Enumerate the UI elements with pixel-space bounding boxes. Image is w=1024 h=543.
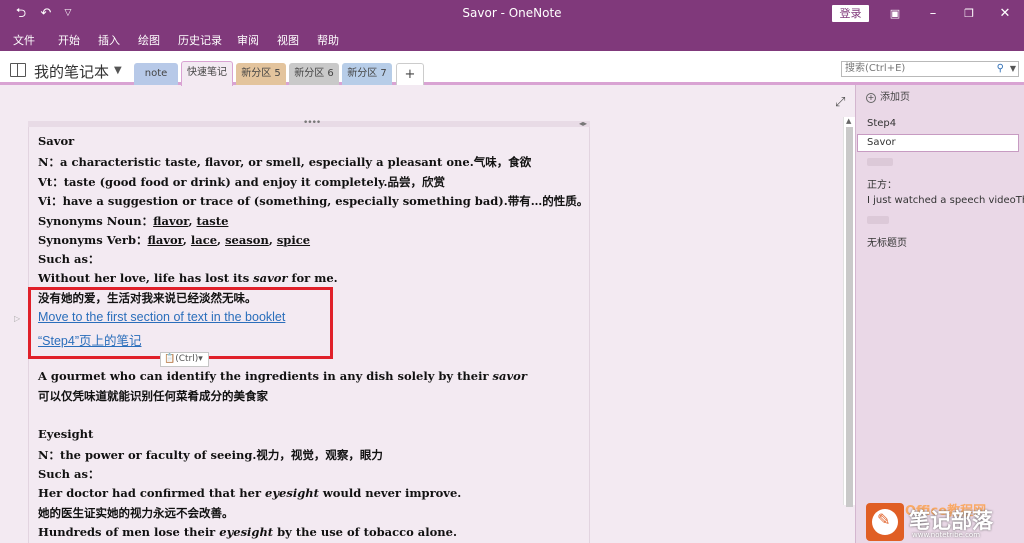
menu-history[interactable]: 历史记录 (178, 32, 222, 48)
example-part: for me. (287, 271, 338, 285)
section-tab-quick-notes[interactable]: 快速笔记 (181, 61, 233, 86)
definition-vt: Vt：taste (good food or drink) and enjoy … (38, 175, 445, 189)
section-tab-section-6[interactable]: 新分区 6 (289, 63, 339, 85)
paste-options-button[interactable]: 📋(Ctrl)▾ (160, 352, 209, 367)
page-item-untitled[interactable]: 无标题页 (867, 234, 907, 249)
chevron-down-icon[interactable]: ▼ (114, 65, 122, 76)
definition-vi: Vi：have a suggestion or trace of (someth… (38, 194, 589, 208)
page-item-speech-video[interactable]: I just watched a speech videoTh (867, 195, 1024, 206)
notebook-icon (10, 63, 26, 77)
note-heading: Eyesight (38, 427, 94, 441)
example-keyword: eyesight (219, 525, 274, 539)
synonym: flavor (153, 214, 189, 228)
add-icon: + (866, 93, 876, 103)
paragraph-handle-icon[interactable]: ▷ (14, 314, 20, 323)
paste-shortcut: (Ctrl) (175, 354, 199, 364)
section-tab-section-7[interactable]: 新分区 7 (342, 63, 392, 85)
menu-file[interactable]: 文件 (13, 32, 35, 48)
menu-view[interactable]: 视图 (277, 32, 299, 48)
synonym: flavor (147, 233, 183, 247)
section-tab-note[interactable]: note (134, 63, 178, 85)
example-keyword: savor (492, 369, 527, 383)
pen-icon: ✎ (877, 510, 891, 529)
highlight-box (28, 287, 333, 359)
example-part: Hundreds of men lose their (38, 525, 220, 539)
vertical-scrollbar[interactable]: ▲ (843, 117, 855, 507)
example-sentence: Her doctor had confirmed that her eyesig… (38, 486, 461, 500)
add-page-button[interactable]: + 添加页 (866, 88, 910, 103)
example-translation: 可以仅凭味道就能识别任何菜肴成分的美食家 (38, 389, 268, 403)
blurred-page-item[interactable] (867, 158, 893, 166)
example-part: Without her love, life has lost its (38, 271, 254, 285)
synonym: season (225, 233, 269, 247)
menu-review[interactable]: 审阅 (237, 32, 259, 48)
page-item-savor[interactable]: Savor (857, 134, 1019, 152)
synonyms-noun-label: Synonyms Noun： (38, 214, 154, 228)
blurred-page-item[interactable] (867, 216, 889, 224)
pages-panel (855, 85, 1024, 543)
page-item-zhengfang[interactable]: 正方： (867, 176, 897, 191)
example-sentence: A gourmet who can identify the ingredien… (38, 369, 527, 383)
minimize-icon[interactable]: – (922, 0, 944, 27)
scroll-up-icon[interactable]: ▲ (846, 117, 851, 125)
search-scope-dropdown-icon[interactable]: ▼ (1010, 62, 1016, 76)
definition-noun: N：the power or faculty of seeing.视力，视觉，观… (38, 448, 383, 462)
section-tab-section-5[interactable]: 新分区 5 (236, 63, 286, 85)
example-translation: 她的医生证实她的视力永远不会改善。 (38, 506, 234, 520)
menu-help[interactable]: 帮助 (317, 32, 339, 48)
note-heading: Savor (38, 134, 75, 148)
such-as-label: Such as： (38, 252, 100, 266)
resize-handle-icon[interactable]: ◂▸ (579, 119, 587, 128)
search-input[interactable]: 搜索(Ctrl+E) ⚲ ▼ (841, 61, 1019, 77)
watermark-url: www.notetribe.com (912, 531, 981, 539)
synonym: taste (196, 214, 229, 228)
example-part: would never improve. (318, 486, 462, 500)
search-icon[interactable]: ⚲ (997, 62, 1004, 76)
example-part: by the use of tobacco alone. (273, 525, 457, 539)
example-keyword: eyesight (265, 486, 319, 500)
example-part: A gourmet who can identify the ingredien… (38, 369, 493, 383)
add-section-button[interactable]: + (396, 63, 424, 85)
close-icon[interactable]: ✕ (994, 0, 1016, 27)
drag-handle-icon[interactable]: •••• (303, 118, 321, 128)
ribbon-tabs: 文件 开始 插入 绘图 历史记录 审阅 视图 帮助 (0, 27, 1024, 51)
synonym: spice (276, 233, 311, 247)
menu-insert[interactable]: 插入 (98, 32, 120, 48)
example-sentence: Hundreds of men lose their eyesight by t… (38, 525, 457, 539)
add-page-label: 添加页 (880, 92, 910, 103)
synonym: lace (190, 233, 218, 247)
title-bar: ⮌ ↶ ▽ Savor - OneNote 登录 ▣ – ❐ ✕ (0, 0, 1024, 27)
such-as-label: Such as： (38, 467, 100, 481)
expand-page-icon[interactable]: ⤢ (835, 95, 845, 110)
notebook-name[interactable]: 我的笔记本 (34, 61, 109, 82)
example-sentence: Without her love, life has lost its savo… (38, 271, 338, 285)
synonyms-noun: Synonyms Noun：flavor, taste (38, 214, 229, 228)
page-item-step4[interactable]: Step4 (867, 118, 896, 129)
scrollbar-thumb[interactable] (846, 127, 853, 507)
search-placeholder: 搜索(Ctrl+E) (845, 63, 906, 74)
definition-noun: N：a characteristic taste, flavor, or sme… (38, 155, 532, 169)
synonyms-verb: Synonyms Verb：flavor, lace, season, spic… (38, 233, 311, 247)
window-title: Savor - OneNote (462, 6, 562, 20)
example-part: Her doctor had confirmed that her (38, 486, 266, 500)
menu-draw[interactable]: 绘图 (138, 32, 160, 48)
signin-button[interactable]: 登录 (832, 5, 869, 22)
synonyms-verb-label: Synonyms Verb： (38, 233, 148, 247)
example-keyword: savor (253, 271, 288, 285)
menu-home[interactable]: 开始 (58, 32, 80, 48)
restore-icon[interactable]: ❐ (958, 0, 980, 27)
ribbon-display-icon[interactable]: ▣ (884, 0, 906, 27)
